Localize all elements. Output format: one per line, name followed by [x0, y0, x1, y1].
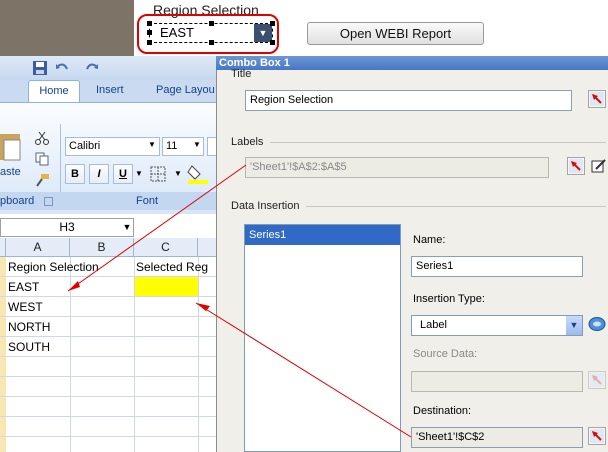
chevron-down-icon[interactable]: ▼: [120, 218, 134, 237]
selection-handle[interactable]: [147, 40, 152, 45]
fill-color-icon[interactable]: [186, 162, 210, 184]
paste-icon[interactable]: [0, 130, 24, 164]
cell-picker-icon: [569, 159, 583, 173]
open-webi-report-button[interactable]: Open WEBI Report: [307, 22, 484, 45]
cell-a2[interactable]: EAST: [8, 280, 39, 294]
cell-picker-icon: [590, 373, 604, 387]
data-insertion-section-label: Data Insertion: [231, 200, 300, 212]
cell-picker-button[interactable]: [588, 427, 606, 445]
font-group-label: Font: [136, 195, 159, 207]
ribbon-separator: [60, 124, 61, 192]
cell-picker-button[interactable]: [588, 90, 606, 108]
dashboard-background-panel: [0, 0, 134, 56]
cell-a5[interactable]: SOUTH: [8, 340, 50, 354]
italic-button[interactable]: I: [89, 164, 109, 184]
selection-handle[interactable]: [270, 40, 275, 45]
help-bubble-icon[interactable]: [588, 316, 606, 334]
series-name-input[interactable]: Series1: [411, 256, 583, 277]
gridline: [0, 336, 216, 337]
gridline: [0, 436, 216, 437]
gridline: [134, 257, 135, 452]
gridline: [0, 416, 216, 417]
selection-handle[interactable]: [209, 21, 214, 26]
quick-access-toolbar: [28, 58, 228, 78]
section-divider: [306, 206, 606, 207]
paste-label[interactable]: aste: [0, 166, 21, 178]
insertion-type-label: Insertion Type:: [413, 293, 485, 305]
selection-handle[interactable]: [147, 30, 152, 35]
region-combo-value: EAST: [160, 25, 194, 40]
selection-handle[interactable]: [147, 21, 152, 26]
gridline: [0, 316, 216, 317]
cell-picker-button[interactable]: [567, 157, 585, 175]
bold-button[interactable]: B: [65, 164, 85, 184]
title-section-label: Title: [231, 68, 252, 80]
copy-icon[interactable]: [34, 152, 50, 166]
gridline: [0, 356, 216, 357]
name-label: Name:: [413, 234, 446, 246]
underline-button[interactable]: U: [113, 164, 133, 184]
redo-icon[interactable]: [84, 60, 100, 76]
cell-a4[interactable]: NORTH: [8, 320, 50, 334]
series-list[interactable]: [244, 224, 401, 452]
clipboard-group-label: pboard: [0, 195, 35, 207]
panel-header: Combo Box 1: [216, 56, 608, 70]
tab-home[interactable]: Home: [28, 80, 80, 102]
row-header-strip: [0, 257, 6, 452]
cell-c2-highlight[interactable]: [134, 276, 198, 296]
destination-input[interactable]: 'Sheet1'!$C$2: [411, 427, 583, 448]
gridline: [70, 257, 71, 452]
font-name-select[interactable]: Calibri: [65, 137, 160, 156]
cell-picker-icon: [590, 92, 604, 106]
save-icon[interactable]: [32, 60, 48, 76]
gridline: [0, 296, 216, 297]
destination-label: Destination:: [413, 405, 472, 417]
cell-picker-icon: [590, 429, 604, 443]
cell-picker-button: [588, 371, 606, 389]
insertion-type-select[interactable]: Label: [411, 315, 583, 336]
chevron-down-icon[interactable]: ▼: [135, 169, 143, 178]
gridline: [0, 276, 216, 277]
edit-labels-icon[interactable]: [591, 158, 607, 174]
source-data-input: [411, 371, 583, 392]
labels-input[interactable]: 'Sheet1'!$A$2:$A$5: [245, 157, 549, 178]
cut-icon[interactable]: [34, 131, 50, 145]
column-header-b[interactable]: B: [70, 238, 134, 257]
chevron-down-icon[interactable]: ▼: [174, 169, 182, 178]
tab-insert[interactable]: Insert: [96, 84, 124, 96]
selection-handle[interactable]: [209, 40, 214, 45]
gridline: [0, 396, 216, 397]
undo-icon[interactable]: [54, 60, 70, 76]
labels-section-label: Labels: [231, 136, 264, 148]
format-painter-icon[interactable]: [34, 173, 50, 187]
cell-a1[interactable]: Region Selection: [8, 260, 99, 274]
selection-handle[interactable]: [270, 21, 275, 26]
dialog-launcher-icon[interactable]: [44, 197, 53, 206]
column-header-c[interactable]: C: [134, 238, 198, 257]
series-list-item[interactable]: Series1: [245, 225, 400, 245]
chevron-down-icon[interactable]: ▼: [566, 316, 582, 335]
chevron-down-icon: ▼: [148, 140, 156, 149]
tab-page-layout[interactable]: Page Layou: [156, 84, 215, 96]
chevron-down-icon: ▼: [193, 140, 201, 149]
section-divider: [270, 142, 606, 143]
source-data-label: Source Data:: [413, 348, 478, 360]
title-input[interactable]: Region Selection: [245, 90, 572, 111]
cell-c1[interactable]: Selected Reg: [136, 260, 214, 274]
name-box[interactable]: H3: [0, 218, 134, 237]
borders-icon[interactable]: [148, 164, 170, 184]
column-header-a[interactable]: A: [6, 238, 70, 257]
cell-a3[interactable]: WEST: [8, 300, 43, 314]
gridline: [0, 376, 216, 377]
gridline: [198, 257, 199, 452]
